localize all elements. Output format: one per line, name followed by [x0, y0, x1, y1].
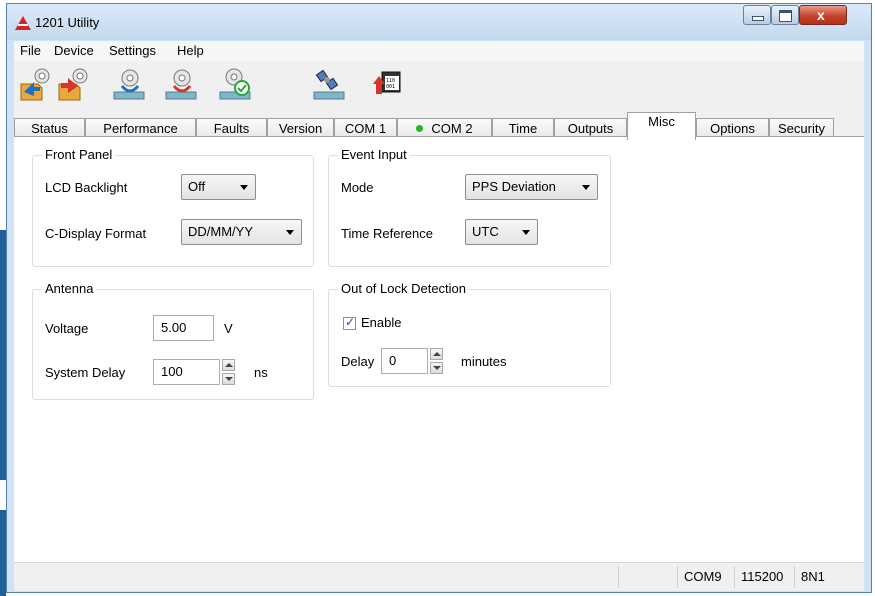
- system-delay-field[interactable]: 100: [153, 359, 220, 385]
- mode-select[interactable]: PPS Deviation: [465, 174, 598, 200]
- tab-label: Status: [31, 121, 68, 136]
- status-bar: COM9 115200 8N1: [14, 562, 864, 591]
- write-settings-icon[interactable]: [164, 66, 198, 102]
- group-title: Antenna: [42, 281, 97, 296]
- dropdown-arrow-icon: [240, 185, 248, 190]
- tab-label: Misc: [648, 114, 675, 129]
- tab-label: Security: [778, 121, 825, 136]
- svg-text:001: 001: [386, 84, 395, 90]
- menu-device[interactable]: Device: [54, 43, 94, 58]
- voltage-field[interactable]: 5.00: [153, 315, 214, 341]
- tab-label: Version: [278, 121, 323, 136]
- close-icon: x: [817, 7, 825, 23]
- client-area: File Device Settings Help 110 001 Status…: [14, 41, 864, 591]
- out-of-lock-group: Out of Lock Detection Enable Delay 0 min…: [328, 281, 611, 387]
- spin-down-icon[interactable]: [222, 373, 235, 385]
- tab-label: Performance: [103, 121, 178, 136]
- field-value: 0: [389, 353, 397, 368]
- open-config-icon[interactable]: [18, 66, 52, 102]
- tab-misc[interactable]: Misc: [627, 112, 696, 140]
- spin-down-icon[interactable]: [430, 362, 443, 374]
- delay-label: Delay: [341, 354, 375, 369]
- select-value: PPS Deviation: [472, 179, 556, 194]
- status-divider: [618, 566, 625, 588]
- lock-delay-spinner[interactable]: [430, 348, 443, 374]
- c-display-format-label: C-Display Format: [45, 226, 147, 241]
- group-title: Out of Lock Detection: [338, 281, 470, 296]
- minimize-button[interactable]: [743, 5, 771, 25]
- spin-up-icon[interactable]: [430, 348, 443, 360]
- enable-label: Enable: [361, 315, 402, 330]
- tab-label: Options: [710, 121, 755, 136]
- lcd-backlight-label: LCD Backlight: [45, 180, 128, 195]
- read-settings-icon[interactable]: [112, 66, 146, 102]
- firmware-upload-icon[interactable]: 110 001: [372, 66, 406, 102]
- tab-label: Time: [508, 121, 538, 136]
- save-config-icon[interactable]: [56, 66, 90, 102]
- menu-help[interactable]: Help: [177, 43, 204, 58]
- status-baud: 115200: [734, 566, 794, 588]
- window-title: 1201 Utility: [35, 15, 100, 30]
- system-delay-unit: ns: [254, 365, 268, 380]
- minimize-icon: [752, 16, 764, 21]
- app-window: 1201 Utility x File Device Settings Help: [6, 3, 872, 593]
- dropdown-arrow-icon: [522, 230, 530, 235]
- tab-label: Faults: [213, 121, 250, 136]
- close-button[interactable]: x: [799, 5, 847, 25]
- time-reference-select[interactable]: UTC: [465, 219, 538, 245]
- front-panel-group: Front Panel LCD Backlight Off C-Display …: [32, 147, 314, 267]
- select-value: Off: [188, 179, 206, 194]
- voltage-label: Voltage: [45, 321, 89, 336]
- lock-delay-field[interactable]: 0: [381, 348, 428, 374]
- select-value: UTC: [472, 224, 499, 239]
- tab-label: COM 2: [431, 121, 473, 136]
- system-delay-spinner[interactable]: [222, 359, 235, 385]
- menu-settings[interactable]: Settings: [109, 43, 156, 58]
- field-value: 100: [161, 364, 183, 379]
- antenna-group: Antenna Voltage 5.00 V System Delay 100 …: [32, 281, 314, 400]
- group-title: Front Panel: [42, 147, 116, 162]
- group-title: Event Input: [338, 147, 410, 162]
- system-delay-label: System Delay: [45, 365, 126, 380]
- enable-checkbox[interactable]: [343, 315, 356, 330]
- lcd-backlight-select[interactable]: Off: [181, 174, 256, 200]
- spin-up-icon[interactable]: [222, 359, 235, 371]
- toolbar: 110 001: [14, 62, 864, 110]
- event-input-group: Event Input Mode PPS Deviation Time Refe…: [328, 147, 611, 267]
- connected-status-dot: [416, 125, 424, 132]
- maximize-button[interactable]: [771, 5, 799, 25]
- menu-file[interactable]: File: [20, 43, 41, 58]
- maximize-icon: [779, 10, 792, 22]
- mode-label: Mode: [341, 180, 374, 195]
- c-display-format-select[interactable]: DD/MM/YY: [181, 219, 302, 245]
- title-bar[interactable]: 1201 Utility x: [7, 4, 871, 40]
- tab-label: Outputs: [567, 121, 614, 136]
- verify-settings-icon[interactable]: [218, 66, 252, 102]
- delay-unit: minutes: [461, 354, 507, 369]
- tab-strip: Status Performance Faults Version COM 1 …: [14, 110, 864, 140]
- voltage-unit: V: [224, 321, 233, 336]
- menu-bar: File Device Settings Help: [14, 41, 864, 61]
- gps-satellite-icon[interactable]: [312, 66, 346, 102]
- app-logo-icon: [15, 16, 31, 30]
- dropdown-arrow-icon: [286, 230, 294, 235]
- select-value: DD/MM/YY: [188, 224, 253, 239]
- misc-tab-page: Front Panel LCD Backlight Off C-Display …: [14, 136, 864, 563]
- field-value: 5.00: [161, 320, 187, 335]
- status-format: 8N1: [794, 566, 839, 588]
- tab-label: COM 1: [344, 121, 387, 136]
- dropdown-arrow-icon: [582, 185, 590, 190]
- time-reference-label: Time Reference: [341, 226, 433, 241]
- status-port: COM9: [677, 566, 734, 588]
